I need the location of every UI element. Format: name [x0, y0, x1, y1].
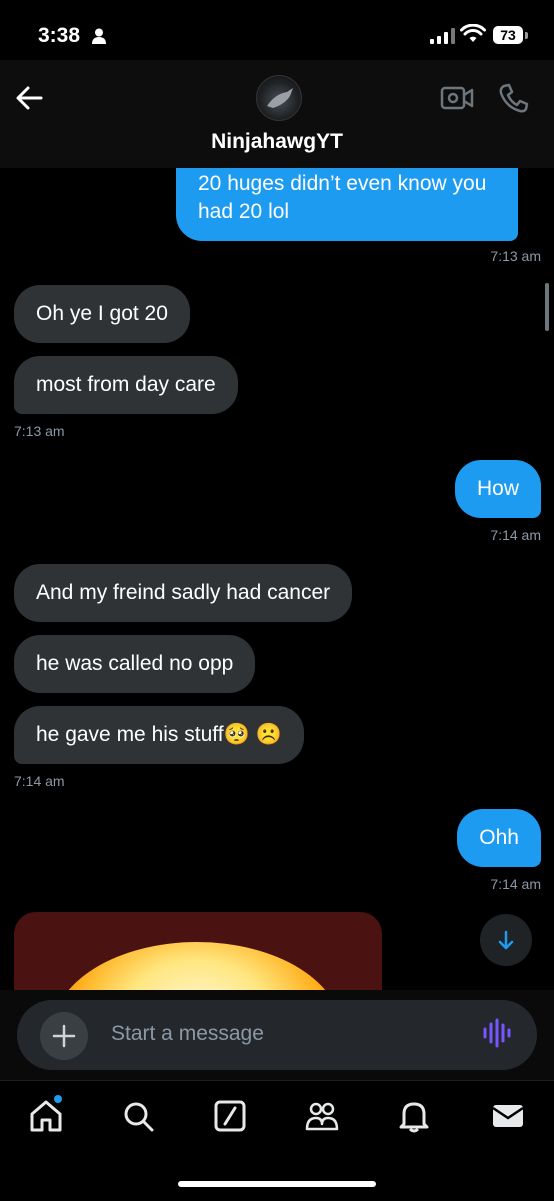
plus-icon [52, 1024, 76, 1048]
communities-icon[interactable] [304, 1098, 340, 1134]
grok-icon[interactable] [212, 1098, 248, 1134]
back-arrow-icon[interactable] [14, 84, 44, 112]
avatar-image-icon [267, 88, 293, 108]
message-timestamp: 7:13 am [14, 423, 65, 439]
wifi-icon [460, 24, 486, 42]
video-call-icon[interactable] [440, 84, 474, 112]
voice-message-icon[interactable] [482, 1018, 512, 1048]
person-icon [92, 28, 106, 44]
arrow-down-icon [498, 930, 514, 950]
notifications-icon[interactable] [396, 1098, 432, 1134]
message-text: How [476, 477, 519, 500]
incoming-message[interactable]: most from day care [14, 356, 238, 414]
status-time: 3:38 [38, 24, 81, 47]
incoming-message[interactable]: he gave me his stuff🥺 ☹️ [14, 706, 304, 764]
message-timestamp: 7:13 am [490, 248, 541, 264]
message-text: Ohh [479, 826, 519, 849]
message-text: 20 huges didn’t even know you [198, 172, 487, 195]
battery-icon [525, 32, 528, 39]
outgoing-message[interactable]: 20 huges didn’t even know you had 20 lol [176, 168, 518, 241]
message-timestamp: 7:14 am [14, 773, 65, 789]
message-timestamp: 7:14 am [490, 876, 541, 892]
message-text: he gave me his stuff [36, 723, 224, 746]
avatar[interactable] [256, 75, 302, 121]
message-input[interactable]: Start a message [111, 1022, 264, 1046]
phone-call-icon[interactable] [498, 82, 530, 114]
message-text: most from day care [36, 373, 216, 396]
battery-level: 73 [493, 26, 523, 44]
notification-dot [54, 1095, 62, 1103]
home-indicator[interactable] [178, 1181, 376, 1187]
incoming-message[interactable]: he was called no opp [14, 635, 256, 693]
search-icon[interactable] [120, 1098, 156, 1134]
message-text: Oh ye I got 20 [36, 302, 168, 325]
signal-icon [430, 28, 455, 44]
message-composer[interactable] [17, 1000, 537, 1070]
message-timestamp: 7:14 am [490, 527, 541, 543]
scroll-to-bottom-button[interactable] [480, 914, 532, 966]
contact-name[interactable]: NinjahawgYT [0, 130, 554, 154]
outgoing-message[interactable]: Ohh [457, 809, 541, 867]
add-attachment-button[interactable] [40, 1012, 88, 1060]
message-text: And my freind sadly had cancer [36, 581, 331, 604]
scrollbar[interactable] [545, 283, 549, 331]
message-text: he was called no opp [36, 652, 234, 675]
outgoing-message[interactable]: How [454, 460, 541, 518]
incoming-message[interactable]: And my freind sadly had cancer [14, 564, 353, 622]
home-icon[interactable] [28, 1098, 64, 1134]
messages-icon[interactable] [490, 1098, 526, 1134]
emoji-pleading-frowning: 🥺 ☹️ [223, 723, 282, 746]
message-text: had 20 lol [198, 200, 290, 223]
media-attachment[interactable] [14, 912, 382, 1002]
incoming-message[interactable]: Oh ye I got 20 [14, 285, 190, 343]
